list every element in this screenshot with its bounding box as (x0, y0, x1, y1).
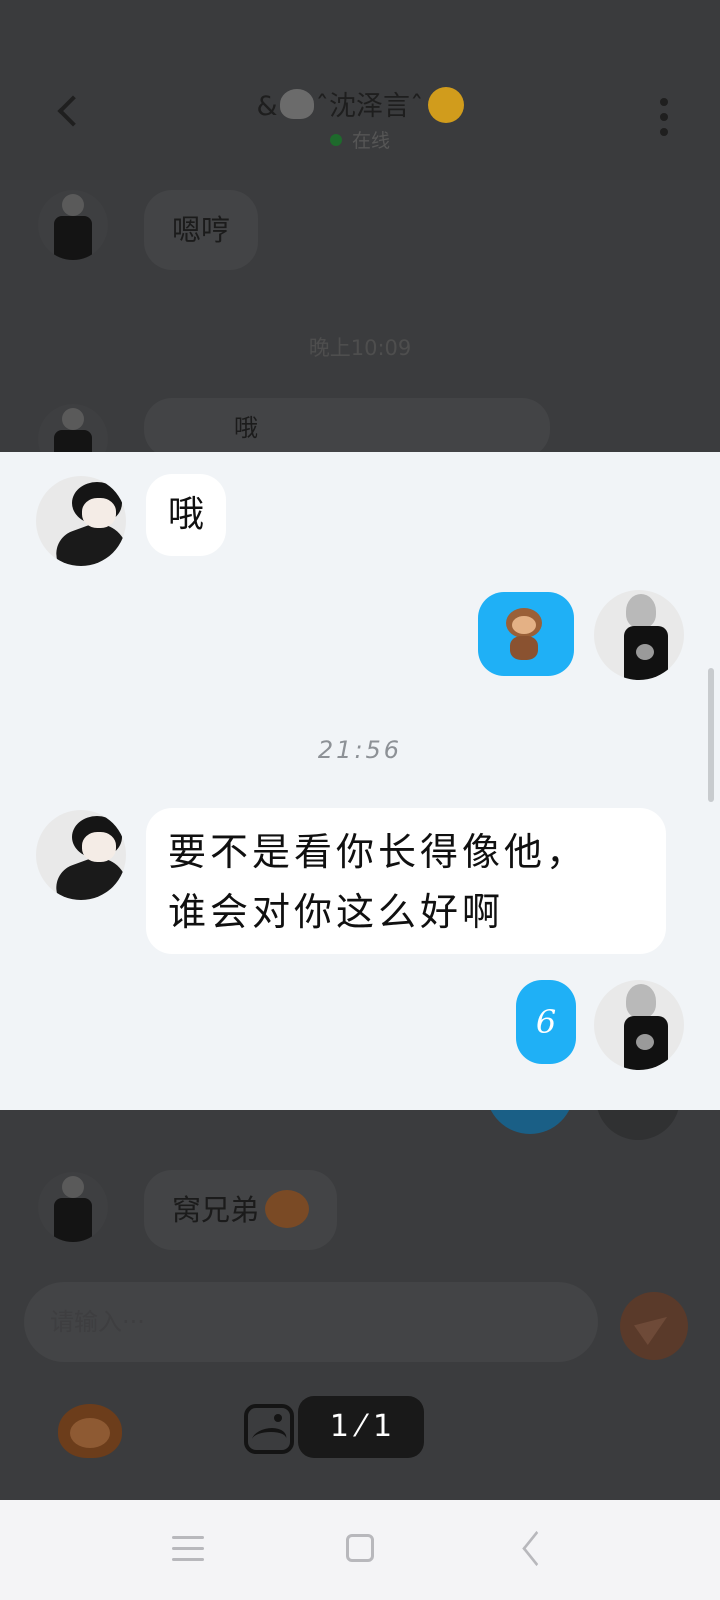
contact-avatar[interactable] (36, 476, 126, 566)
tongue-emoji-icon (427, 87, 464, 123)
avatar-face (82, 832, 116, 862)
recent-apps-button[interactable] (172, 1536, 204, 1562)
message-bubble[interactable]: 要不是看你长得像他， 谁会对你这么好啊 (146, 808, 666, 954)
contact-avatar[interactable] (38, 190, 108, 260)
contact-avatar[interactable] (36, 810, 126, 900)
monkey-face-icon (265, 1190, 310, 1228)
my-avatar[interactable] (594, 590, 684, 680)
nav-back-button[interactable] (518, 1532, 546, 1564)
sent-message-bubble[interactable]: 6 (516, 980, 576, 1064)
message-bubble[interactable]: 嗯哼 (144, 190, 259, 270)
sticker-icon[interactable] (58, 1404, 122, 1458)
chat-title: & ˆ沈泽言ˆ (0, 84, 720, 123)
system-nav-bar (0, 1500, 720, 1600)
message-text-line: 要不是看你长得像他， (168, 830, 589, 874)
message-bubble[interactable]: 哦 (146, 474, 226, 556)
avatar-face (82, 498, 116, 528)
more-options-button[interactable] (656, 96, 672, 138)
skull-icon (636, 1034, 654, 1050)
message-timestamp: 晚上10:09 (308, 336, 412, 360)
message-input[interactable]: 请输入··· (24, 1282, 598, 1362)
message-timestamp: 21:56 (317, 736, 403, 764)
skull-icon (636, 644, 654, 660)
page-indicator: 1 ⁄ 1 (298, 1396, 424, 1458)
skull-icon (279, 89, 314, 119)
chat-header: & ˆ沈泽言ˆ 在线 (0, 0, 720, 180)
send-button[interactable] (620, 1292, 688, 1360)
message-text-line: 谁会对你这么好啊 (168, 890, 505, 934)
more-dot-icon (660, 98, 668, 106)
image-icon[interactable] (244, 1404, 294, 1454)
scrollbar[interactable] (708, 668, 714, 802)
more-dot-icon (660, 113, 668, 121)
home-button[interactable] (346, 1534, 374, 1562)
message-text: 嗯哼 (172, 213, 231, 247)
message-bubble[interactable]: 窝兄弟 (144, 1170, 338, 1250)
message-text: 哦 (234, 414, 258, 442)
my-avatar[interactable] (594, 980, 684, 1070)
online-status: 在线 (0, 126, 720, 153)
sent-sticker-bubble[interactable] (478, 592, 574, 676)
screenshot-preview: 哦 21:56 要不是看你长得像他， 谁会对你这么好啊 6 (0, 452, 720, 1110)
online-status-label: 在线 (351, 130, 390, 152)
title-name: ˆ沈泽言ˆ (315, 91, 424, 122)
message-bubble[interactable]: 哦 (144, 398, 550, 458)
contact-avatar[interactable] (38, 1172, 108, 1242)
more-dot-icon (660, 128, 668, 136)
message-text: 窝兄弟 (172, 1193, 260, 1227)
online-dot-icon (329, 134, 342, 146)
title-prefix: & (256, 91, 278, 122)
monkey-emoji-icon (502, 608, 548, 660)
